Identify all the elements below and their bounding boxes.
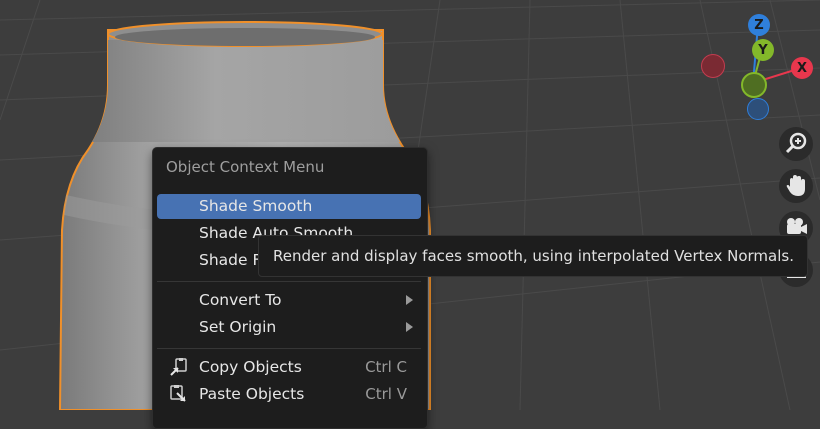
pan-hand-icon: [786, 175, 805, 196]
paste-icon: [170, 385, 186, 402]
submenu-arrow-icon: [406, 322, 413, 332]
menu-title: Object Context Menu: [166, 158, 325, 176]
menu-item-set-origin[interactable]: Set Origin: [157, 315, 421, 340]
menu-item-label: Copy Objects: [199, 358, 302, 376]
menu-item-label: Convert To: [199, 291, 282, 309]
menu-separator: [157, 281, 421, 282]
zoom-button[interactable]: [779, 127, 813, 161]
copy-icon: [170, 358, 187, 376]
menu-item-label: Shade Smooth: [199, 197, 313, 215]
tooltip: Render and display faces smooth, using i…: [258, 235, 808, 277]
gizmo-y-ball[interactable]: Y: [752, 39, 774, 61]
gizmo-x-ball[interactable]: X: [791, 57, 813, 79]
pan-button[interactable]: [779, 169, 813, 203]
submenu-arrow-icon: [406, 295, 413, 305]
shortcut-label: Ctrl C: [365, 358, 407, 376]
menu-item-label: Set Origin: [199, 318, 277, 336]
gizmo-neg-x-ball[interactable]: [701, 54, 725, 78]
gizmo-z-ball[interactable]: Z: [748, 14, 770, 36]
gizmo-neg-z-ball[interactable]: [747, 98, 769, 120]
shortcut-label: Ctrl V: [365, 385, 407, 403]
menu-item-label: Paste Objects: [199, 385, 305, 403]
zoom-icon: [785, 132, 807, 154]
menu-item-convert-to[interactable]: Convert To: [157, 288, 421, 313]
navigation-gizmo[interactable]: Z Y X: [695, 8, 815, 128]
tooltip-text: Render and display faces smooth, using i…: [273, 247, 794, 265]
menu-item-copy-objects[interactable]: Copy Objects Ctrl C: [157, 355, 421, 380]
menu-separator: [157, 348, 421, 349]
menu-item-paste-objects[interactable]: Paste Objects Ctrl V: [157, 382, 421, 407]
gizmo-neg-y-ball[interactable]: [741, 72, 767, 98]
object-context-menu[interactable]: Object Context Menu Shade Smooth Shade A…: [152, 147, 428, 429]
menu-item-shade-smooth[interactable]: Shade Smooth: [157, 194, 421, 219]
